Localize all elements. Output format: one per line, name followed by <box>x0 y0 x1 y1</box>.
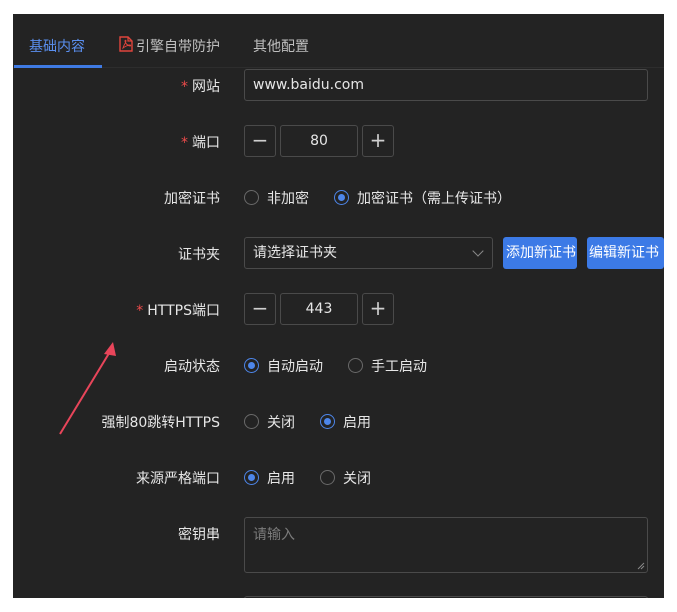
https-port-label: * HTTPS端口 <box>136 303 220 319</box>
radio-manual-start[interactable] <box>348 358 363 373</box>
config-panel: 基础内容 引擎自带防护 其他配置 * 网站 www.baidu.com * 端口 −… <box>13 14 664 598</box>
edit-cert-button[interactable]: 编辑新证书 <box>587 237 664 269</box>
port-increment-button[interactable]: + <box>362 125 394 157</box>
radio-strict-port-on-label: 启用 <box>267 471 295 487</box>
radio-force-https-off-label: 关闭 <box>267 415 295 431</box>
radio-force-https-on-label: 启用 <box>343 415 371 431</box>
cert-folder-placeholder: 请选择证书夹 <box>253 245 337 261</box>
website-input[interactable]: www.baidu.com <box>244 69 648 101</box>
https-port-increment-button[interactable]: + <box>362 293 394 325</box>
radio-auto-start[interactable] <box>244 358 259 373</box>
port-decrement-button[interactable]: − <box>244 125 276 157</box>
pdf-icon <box>119 36 133 52</box>
encryption-label: 加密证书 <box>164 191 220 207</box>
resize-handle-icon[interactable] <box>637 562 645 570</box>
secret-textarea[interactable]: 请输入 <box>244 517 648 573</box>
tab-other-config[interactable]: 其他配置 <box>253 36 309 56</box>
required-mark: * <box>181 79 188 95</box>
radio-force-https-on[interactable] <box>320 414 335 429</box>
radio-encryption-cert[interactable] <box>334 190 349 205</box>
https-port-input[interactable]: 443 <box>280 293 358 325</box>
secret-placeholder: 请输入 <box>253 527 295 543</box>
website-label: * 网站 <box>181 79 220 95</box>
radio-manual-start-label: 手工启动 <box>371 359 427 375</box>
next-field-partial[interactable] <box>244 596 648 598</box>
tab-basic-content[interactable]: 基础内容 <box>29 36 85 56</box>
port-input[interactable]: 80 <box>280 125 358 157</box>
radio-strict-port-off-label: 关闭 <box>343 471 371 487</box>
required-mark: * <box>181 135 188 151</box>
radio-auto-start-label: 自动启动 <box>267 359 323 375</box>
add-cert-button[interactable]: 添加新证书 <box>503 237 577 269</box>
radio-encryption-cert-label: 加密证书（需上传证书） <box>357 191 511 207</box>
tab-bar: 基础内容 引擎自带防护 其他配置 <box>13 14 664 68</box>
annotation-arrow-icon <box>59 342 116 435</box>
radio-strict-port-on[interactable] <box>244 470 259 485</box>
radio-strict-port-off[interactable] <box>320 470 335 485</box>
strict-port-label: 来源严格端口 <box>136 471 220 487</box>
active-tab-indicator <box>14 65 102 68</box>
port-label: * 端口 <box>181 135 220 151</box>
radio-no-encryption[interactable] <box>244 190 259 205</box>
start-status-label: 启动状态 <box>164 359 220 375</box>
chevron-down-icon <box>472 245 484 257</box>
radio-force-https-off[interactable] <box>244 414 259 429</box>
tab-engine-protection[interactable]: 引擎自带防护 <box>136 36 220 56</box>
https-port-decrement-button[interactable]: − <box>244 293 276 325</box>
cert-folder-select[interactable]: 请选择证书夹 <box>244 237 493 269</box>
radio-no-encryption-label: 非加密 <box>267 191 309 207</box>
secret-label: 密钥串 <box>178 527 220 543</box>
required-mark: * <box>136 303 144 319</box>
cert-folder-label: 证书夹 <box>178 247 220 263</box>
